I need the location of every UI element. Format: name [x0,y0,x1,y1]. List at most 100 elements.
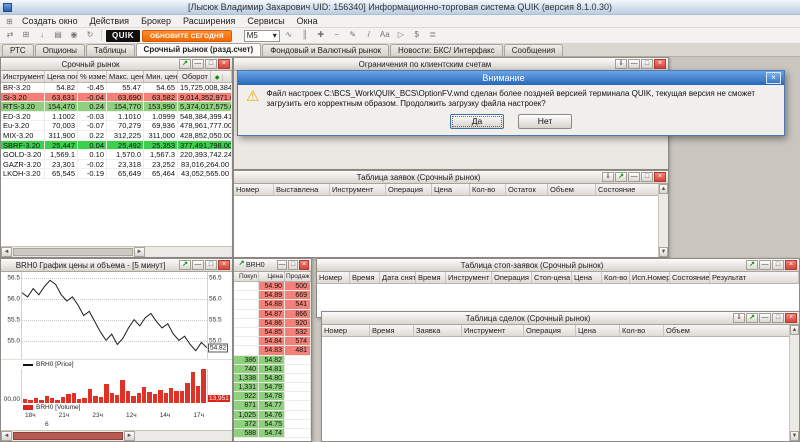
column-header[interactable]: Номер [234,184,274,195]
column-header[interactable]: Покуп [234,272,259,281]
refresh-icon[interactable]: ↻ [83,29,97,42]
book-row[interactable]: 87154.77 [234,401,311,410]
book-row[interactable]: 1,33854.80 [234,374,311,383]
book-row[interactable]: 58854.74 [234,429,311,438]
scroll-left-icon[interactable]: ◄ [1,247,12,257]
column-header[interactable]: Цена [576,325,620,336]
tab-messages[interactable]: Сообщения [504,44,563,56]
column-header[interactable]: Цена посл. [45,71,78,82]
column-header[interactable]: Исп.Номер [630,272,670,283]
menu-broker[interactable]: Брокер [135,15,177,27]
close-button[interactable]: × [299,260,309,270]
column-header[interactable]: Продаж [285,272,311,281]
trendline-icon[interactable]: / [362,29,376,42]
close-button[interactable]: × [654,172,666,182]
tab-tables[interactable]: Таблицы [86,44,135,56]
minimize-button[interactable]: — [759,313,771,323]
column-header[interactable]: Цена [259,272,285,281]
download-icon[interactable]: ⇓ [602,172,614,182]
table-row[interactable]: Si-3.2063,631-0.0463,69063,5829,014,352,… [1,93,232,103]
book-row[interactable]: 38654.82 [234,356,311,365]
minimize-button[interactable]: — [192,59,204,69]
trades-window-titlebar[interactable]: Таблица сделок (Срочный рынок) ⇓ ↗ — □ × [322,312,799,325]
book-window-titlebar[interactable]: ↗ BRH0 — □ × [234,259,311,272]
column-header[interactable]: Операция [386,184,432,195]
shape-tool-icon[interactable]: ▷ [394,29,408,42]
window-titlebar[interactable]: [Лысюк Владимир Захарович UID: 156340] И… [0,0,800,15]
column-header[interactable]: Цена [572,272,602,283]
update-today-button[interactable]: ОБНОВИТЕ СЕГОДНЯ [142,30,232,42]
maximize-button[interactable]: □ [641,172,653,182]
tab-news[interactable]: Новости: БКС/ Интерфакс [390,44,503,56]
layers-icon[interactable]: ≣ [426,29,440,42]
column-header[interactable]: Операция [524,325,576,336]
scroll-down-icon[interactable]: ▼ [790,431,799,441]
book-row[interactable]: 1,02554.76 [234,411,311,420]
table-row[interactable]: Eu-3.2070,003-0.0770,27969,936478,961,77… [1,121,232,131]
column-header[interactable]: Объем [548,184,596,195]
download-icon[interactable]: ⇓ [615,59,627,69]
book-row[interactable]: 54.86920 [234,319,311,328]
minimize-button[interactable]: — [277,260,287,270]
tab-futures-market[interactable]: Срочный рынок (разд.счет) [136,43,262,56]
candlestick-icon[interactable]: ║ [298,29,312,42]
book-row[interactable]: 54.89669 [234,291,311,300]
column-header[interactable]: Макс. цена [107,71,144,82]
book-row[interactable]: 74054.81 [234,365,311,374]
minimize-button[interactable]: — [192,260,204,270]
new-chart-icon[interactable]: ↗ [615,172,627,182]
chart-line-icon[interactable]: ∿ [282,29,296,42]
column-header[interactable]: Номер [317,272,350,283]
column-header[interactable]: Результат [710,272,799,283]
pencil-icon[interactable]: ✎ [346,29,360,42]
column-header[interactable]: Время [370,325,414,336]
column-header[interactable]: Состояние [670,272,710,283]
chart-window-titlebar[interactable]: BRH0 График цены и объема - [5 минут] ↗ … [1,259,232,272]
column-header[interactable]: Инструмент [330,184,386,195]
print-icon[interactable]: ▤ [51,29,65,42]
book-row[interactable]: 1,33154.79 [234,383,311,392]
maximize-button[interactable]: □ [288,260,298,270]
close-icon[interactable]: × [766,72,781,84]
tab-options[interactable]: Опционы [35,44,85,56]
connection-icon[interactable]: ⇄ [3,29,17,42]
column-header[interactable]: Операция [492,272,532,283]
book-row[interactable]: 54.85532 [234,328,311,337]
new-window-icon[interactable]: ⊞ [19,29,33,42]
scroll-up-icon[interactable]: ▲ [659,184,668,194]
column-header[interactable]: Заявка [414,325,462,336]
menu-actions[interactable]: Действия [84,15,135,27]
minimize-button[interactable]: — [628,172,640,182]
table-row[interactable]: RTS-3.20154,4700.24154,770153,9905,374,0… [1,102,232,112]
book-row[interactable]: 54.87866 [234,310,311,319]
orders-window-titlebar[interactable]: Таблица заявок (Срочный рынок) ⇓ ↗ — □ × [234,171,668,184]
table-row[interactable]: SBRF-3.2025,4470.0425,49225,353377,491,7… [1,141,232,151]
system-menu-icon[interactable]: ⊞ [3,17,16,26]
stop-window-titlebar[interactable]: Таблица стоп-заявок (Срочный рынок) ↗ — … [317,259,799,272]
currency-icon[interactable]: $ [410,29,424,42]
column-header[interactable]: Выставлена [274,184,330,195]
column-header[interactable]: Мин. цена [144,71,178,82]
scroll-up-icon[interactable]: ▲ [790,325,799,335]
column-header[interactable]: Оборот◆ [178,71,232,82]
column-header[interactable]: Время [416,272,446,283]
column-header[interactable]: Объем [664,325,799,336]
column-header[interactable]: Номер [322,325,370,336]
close-button[interactable]: × [218,260,230,270]
column-header[interactable]: Остаток [506,184,548,195]
text-tool-icon[interactable]: Aa [378,29,392,42]
price-plot[interactable] [21,272,208,359]
column-header[interactable]: Стоп-цена [532,272,572,283]
column-header[interactable]: Время [350,272,380,283]
scroll-left-icon[interactable]: ◄ [1,431,12,441]
book-row[interactable]: 54.83481 [234,346,311,355]
minimize-button[interactable]: — [628,59,640,69]
column-header[interactable]: Кол-во [470,184,506,195]
maximize-button[interactable]: □ [772,260,784,270]
column-header[interactable]: Кол-во [602,272,630,283]
column-header[interactable]: Дата снят. [380,272,416,283]
column-header[interactable]: % измен. [78,71,107,82]
new-chart-icon[interactable]: ↗ [179,260,191,270]
column-header[interactable]: Цена [432,184,470,195]
menu-windows[interactable]: Окна [291,15,324,27]
